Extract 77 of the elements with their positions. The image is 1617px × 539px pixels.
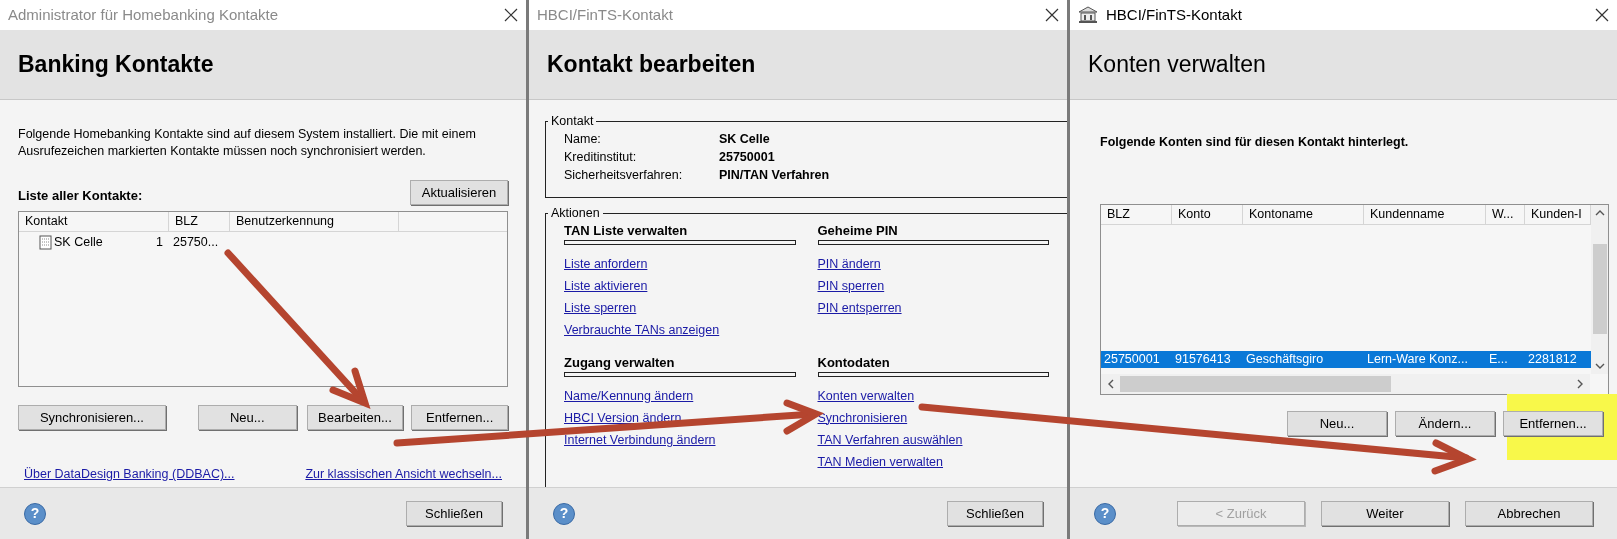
action-link[interactable]: Synchronisieren — [817, 406, 908, 429]
action-link[interactable]: Verbrauchte TANs anzeigen — [564, 318, 720, 341]
action-link[interactable]: PIN sperren — [817, 274, 885, 297]
action-button[interactable]: Bearbeiten... — [306, 405, 404, 430]
action-link[interactable]: TAN Verfahren auswählen — [817, 428, 963, 451]
vertical-scrollbar[interactable] — [1591, 204, 1608, 374]
window-title: Administrator für Homebanking Kontakte — [8, 4, 279, 25]
section-heading: TAN Liste verwalten — [564, 222, 689, 239]
action-button[interactable]: Synchronisieren... — [18, 405, 166, 430]
action-link[interactable]: Name/Kennung ändern — [564, 384, 694, 407]
footer-button[interactable]: Abbrechen — [1465, 501, 1593, 526]
column-header[interactable]: BLZ — [1101, 204, 1172, 224]
column-header[interactable]: BLZ — [169, 212, 230, 231]
table-cell-text: E... — [1488, 350, 1509, 368]
footer-button[interactable]: Schließen — [947, 501, 1043, 526]
document-icon — [39, 234, 52, 250]
window-title: HBCI/FinTS-Kontakt — [1106, 4, 1242, 25]
refresh-button[interactable]: Aktualisieren — [410, 180, 508, 205]
column-header[interactable]: Konto — [1172, 204, 1243, 224]
section-heading: Kontodaten — [817, 354, 891, 371]
action-link[interactable]: TAN Medien verwalten — [817, 450, 943, 473]
table-cell[interactable]: SK Celle — [54, 232, 157, 252]
chevron-left-icon[interactable] — [1107, 378, 1114, 389]
column-header[interactable]: W... — [1486, 204, 1525, 224]
action-button[interactable]: Ändern... — [1395, 411, 1495, 436]
table-cell-text: 91576413 — [1174, 350, 1232, 368]
close-icon[interactable] — [504, 8, 518, 22]
field-label: Kreditinstitut: — [564, 149, 638, 167]
section-heading: Geheime PIN — [817, 222, 899, 239]
table-cell-text: 2281812 — [1527, 350, 1578, 368]
group-legend: Kontakt — [548, 112, 597, 131]
action-button[interactable]: Entfernen... — [1503, 411, 1603, 436]
action-button[interactable]: Neu... — [1287, 411, 1387, 436]
page-heading: Kontakt bearbeiten — [547, 50, 756, 80]
column-header[interactable]: Benutzerkennung — [230, 212, 399, 231]
action-link[interactable]: PIN entsperren — [817, 296, 902, 319]
field-value: 25750001 — [719, 149, 775, 167]
action-link[interactable]: PIN ändern — [817, 252, 881, 275]
table-cell[interactable]: 1 — [156, 232, 163, 252]
column-header[interactable]: Kontakt — [19, 212, 169, 231]
field-label: Name: — [564, 131, 602, 149]
chevron-up-icon[interactable] — [1594, 208, 1605, 216]
section-heading: Zugang verwalten — [564, 354, 676, 371]
description-text: Folgende Homebanking Kontakte sind auf diesem System installiert. Die mit einem Ausrufezeichen markierten Kontakte müssen noch synchronisiert werden. — [18, 126, 477, 160]
column-header[interactable]: Kontoname — [1243, 204, 1364, 224]
action-link[interactable]: Liste anfordern — [564, 252, 648, 275]
close-icon[interactable] — [1595, 8, 1609, 22]
footer-button[interactable]: Weiter — [1321, 501, 1449, 526]
field-label: Sicherheitsverfahren: — [564, 167, 684, 185]
column-header[interactable]: Kundenname — [1364, 204, 1486, 224]
table-cell[interactable]: 25750... — [169, 232, 230, 252]
chevron-down-icon[interactable] — [1594, 362, 1605, 370]
description-text: Folgende Konten sind für diesen Kontakt hinterlegt. — [1100, 134, 1410, 151]
link[interactable]: Über DataDesign Banking (DDBAC)... — [24, 465, 235, 484]
close-icon[interactable] — [1045, 8, 1059, 22]
action-link[interactable]: Internet Verbindung ändern — [564, 428, 716, 451]
action-button[interactable]: Entfernen... — [411, 405, 508, 430]
table-cell-text: Lern-Ware Konz... — [1366, 350, 1469, 368]
action-link[interactable]: Liste aktivieren — [564, 274, 648, 297]
action-link[interactable]: Konten verwalten — [817, 384, 915, 407]
list-label: Liste aller Kontakte: — [18, 186, 143, 205]
bank-icon — [1078, 6, 1098, 24]
horizontal-scrollbar[interactable] — [1101, 373, 1590, 394]
link[interactable]: Zur klassischen Ansicht wechseln... — [305, 465, 502, 484]
footer-button[interactable]: Schließen — [406, 501, 502, 526]
action-button[interactable]: Neu... — [197, 405, 297, 430]
window-title: HBCI/FinTS-Kontakt — [537, 4, 673, 25]
field-value: SK Celle — [719, 131, 770, 149]
table-row[interactable]: 25750001 91576413 Geschäftsgiro Lern-Ware Konz... E... 2281812 — [1101, 350, 1591, 368]
group-legend: Aktionen — [548, 203, 603, 223]
chevron-right-icon[interactable] — [1577, 378, 1584, 389]
action-link[interactable]: Liste sperren — [564, 296, 637, 319]
page-heading: Banking Kontakte — [18, 50, 214, 80]
page-heading: Konten verwalten — [1088, 50, 1266, 80]
field-value: PIN/TAN Verfahren — [719, 167, 830, 185]
table-cell-text: Geschäftsgiro — [1245, 350, 1325, 368]
table-cell-text: 25750001 — [1103, 350, 1161, 368]
